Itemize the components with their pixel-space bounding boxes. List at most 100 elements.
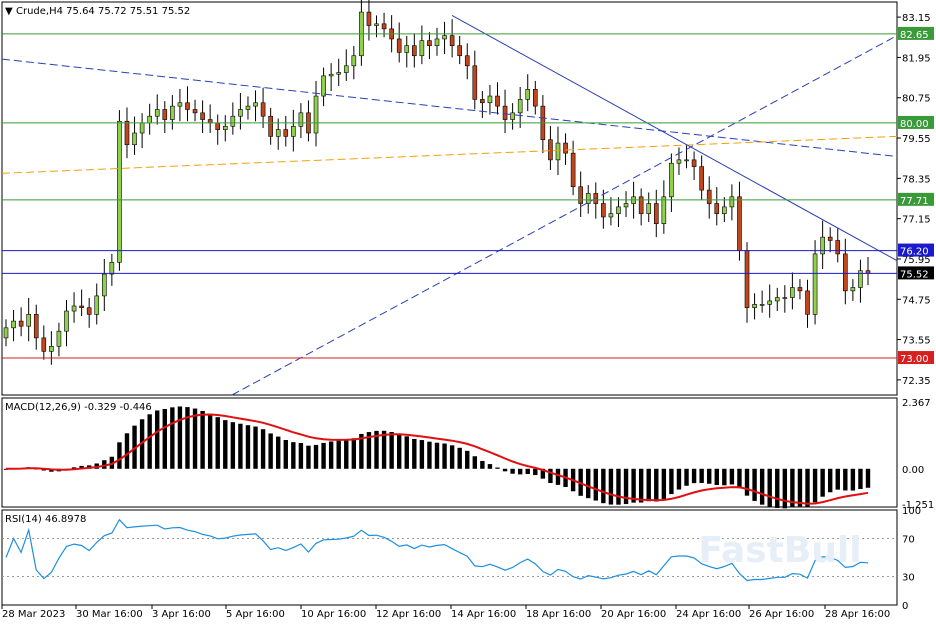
candle-body <box>638 196 644 214</box>
macd-panel: 2.3670.00-1.251MACD(12,26,9) -0.329 -0.4… <box>1 397 934 511</box>
candle-body <box>56 330 62 347</box>
macd-bar <box>291 442 296 469</box>
candle-body <box>464 55 470 67</box>
candle-body <box>729 196 735 208</box>
candle-body <box>253 102 258 107</box>
macd-bar <box>661 468 667 500</box>
candle-body <box>744 250 750 308</box>
macd-bar <box>162 408 167 469</box>
macd-bar <box>207 413 213 469</box>
macd-bar <box>548 468 553 484</box>
time-tick-label: 10 Apr 16:00 <box>301 609 366 620</box>
price-tick-label: 79.55 <box>902 134 931 145</box>
candle-body <box>260 102 266 117</box>
candle-body <box>374 23 379 26</box>
candle-body <box>699 166 704 191</box>
candle-body <box>782 297 788 299</box>
macd-bar <box>457 447 462 469</box>
macd-bar <box>336 440 341 469</box>
candle-body <box>275 129 281 137</box>
candle-body <box>412 45 417 57</box>
macd-bar <box>510 468 515 474</box>
rsi-tick-label: 30 <box>902 573 915 584</box>
current-price-label: 75.52 <box>900 269 929 280</box>
macd-bar <box>797 468 803 507</box>
macd-bar <box>858 468 863 489</box>
macd-bar <box>722 468 727 486</box>
macd-label: MACD(12,26,9) -0.329 -0.446 <box>5 402 152 413</box>
candle-body <box>812 253 818 315</box>
macd-bar <box>767 468 772 507</box>
candle-body <box>41 337 47 352</box>
macd-bar <box>638 468 644 503</box>
candle-body <box>154 109 160 117</box>
candle-body <box>502 105 508 120</box>
candle-body <box>827 236 833 241</box>
candle-body <box>207 119 213 124</box>
candle-body <box>676 159 682 164</box>
macd-bar <box>744 468 750 496</box>
candle-body <box>86 307 92 315</box>
candle-body <box>850 287 856 292</box>
macd-bar <box>260 429 266 469</box>
candle-body <box>238 109 243 117</box>
price-tick-label: 77.15 <box>902 215 931 226</box>
candle-body <box>472 65 478 100</box>
macd-bar <box>215 417 220 469</box>
macd-bar <box>608 468 614 505</box>
candle-body <box>33 314 39 339</box>
price-panel: 83.1581.9580.7579.5578.3577.1575.9574.75… <box>1 0 934 396</box>
candle-body <box>64 310 69 332</box>
macd-bar <box>669 468 674 495</box>
candle-body <box>563 142 568 154</box>
macd-bar <box>616 468 621 505</box>
level-badge-label: 82.65 <box>900 30 929 41</box>
macd-bar <box>381 430 387 469</box>
macd-bar <box>230 422 236 469</box>
candle-body <box>691 159 697 167</box>
macd-bar <box>843 468 848 491</box>
candle-body <box>427 40 432 46</box>
macd-bar <box>427 441 432 469</box>
candle-body <box>215 122 221 130</box>
candle-body <box>722 206 727 214</box>
macd-bar <box>253 426 258 469</box>
macd-bar <box>729 468 735 485</box>
time-tick-label: 28 Apr 16:00 <box>825 609 890 620</box>
dropdown-arrow-icon: ▼ <box>5 6 13 17</box>
chart-title: Crude,H4 75.64 75.72 75.51 75.52 <box>16 6 190 17</box>
candle-body <box>343 65 349 73</box>
macd-bar <box>412 438 417 469</box>
candle-body <box>714 203 720 214</box>
macd-tick-label: 2.367 <box>902 398 931 409</box>
candle-body <box>737 196 742 251</box>
candle-body <box>843 253 848 292</box>
time-tick-label: 30 Mar 16:00 <box>76 609 143 620</box>
price-tick-label: 78.35 <box>902 174 931 185</box>
candle-body <box>170 105 175 120</box>
candle-body <box>192 109 198 114</box>
macd-bar <box>495 467 500 469</box>
candle-body <box>774 297 780 302</box>
candle-body <box>177 102 183 107</box>
candle-body <box>298 112 304 127</box>
macd-bar <box>389 432 394 469</box>
candle-body <box>434 38 440 46</box>
candle-body <box>132 132 137 146</box>
macd-bar <box>835 468 840 490</box>
candle-body <box>510 112 515 120</box>
macd-bar <box>147 414 152 469</box>
macd-bar <box>631 468 636 503</box>
macd-bar <box>404 436 409 469</box>
macd-bar <box>117 442 122 469</box>
macd-bar <box>805 468 810 508</box>
price-tick-label: 73.55 <box>902 336 931 347</box>
candle-body <box>623 203 629 208</box>
macd-histogram <box>3 406 871 509</box>
macd-bar <box>714 468 719 486</box>
candle-body <box>124 120 130 146</box>
candle-body <box>548 139 553 161</box>
macd-bar <box>238 423 243 469</box>
level-badge-label: 77.71 <box>900 196 929 207</box>
candle-body <box>71 305 77 312</box>
